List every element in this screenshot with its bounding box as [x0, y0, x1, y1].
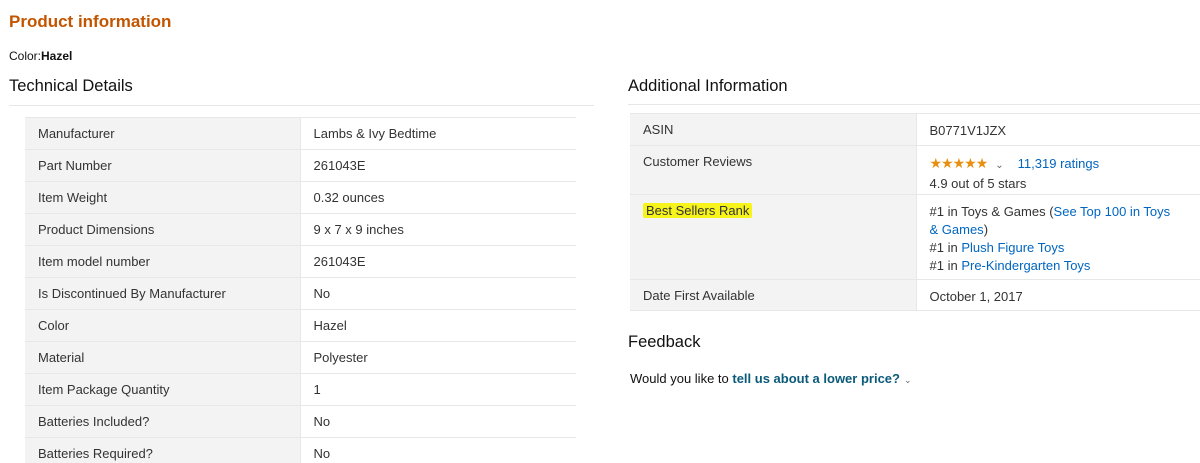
additional-information-divider	[628, 104, 1200, 105]
technical-details-divider	[9, 105, 594, 106]
rank-suffix: )	[983, 222, 989, 237]
date-first-available-key: Date First Available	[630, 279, 917, 311]
spec-value: 9 x 7 x 9 inches	[300, 213, 576, 246]
table-row: Batteries Required? No	[25, 437, 576, 463]
table-row: Part Number 261043E	[25, 149, 576, 182]
spec-key: Manufacturer	[25, 117, 301, 150]
star-rating-icon[interactable]: ★★★★★	[930, 155, 989, 171]
table-row: Manufacturer Lambs & Ivy Bedtime	[25, 117, 576, 150]
chevron-down-icon[interactable]: ⌄	[904, 375, 912, 385]
spec-value: No	[300, 405, 576, 438]
page-title: Product information	[9, 12, 172, 31]
spec-value: No	[300, 437, 576, 463]
table-row: Customer Reviews ★★★★★ ⌄ 11,319 ratings 4.…	[630, 145, 1200, 195]
spec-value: Lambs & Ivy Bedtime	[300, 117, 576, 150]
feedback-prompt: Would you like to tell us about a lower …	[630, 371, 912, 386]
rank-category-link[interactable]: Plush Figure Toys	[961, 240, 1064, 255]
stars-text: 4.9 out of 5 stars	[929, 176, 1027, 191]
spec-value: Hazel	[300, 309, 576, 342]
rank-prefix: #1 in Toys & Games (	[929, 204, 1054, 219]
spec-value: Polyester	[300, 341, 576, 374]
spec-value: 261043E	[300, 245, 576, 278]
rank-category-link[interactable]: Pre-Kindergarten Toys	[961, 258, 1090, 273]
lower-price-link[interactable]: tell us about a lower price?	[732, 371, 900, 386]
date-first-available-value: October 1, 2017	[916, 279, 1200, 311]
table-row: Item Package Quantity 1	[25, 373, 576, 406]
spec-key: Batteries Included?	[25, 405, 301, 438]
spec-key: Item model number	[25, 245, 301, 278]
best-sellers-rank-key: Best Sellers Rank	[630, 194, 917, 280]
rank-prefix: #1 in	[929, 240, 962, 255]
spec-key: Item Package Quantity	[25, 373, 301, 406]
spec-value: 0.32 ounces	[300, 181, 576, 214]
best-sellers-rank-value: #1 in Toys & Games (See Top 100 in Toys …	[916, 194, 1200, 280]
customer-reviews-value: ★★★★★ ⌄ 11,319 ratings 4.9 out of 5 stars	[916, 145, 1200, 195]
table-row: Product Dimensions 9 x 7 x 9 inches	[25, 213, 576, 246]
color-value: Hazel	[41, 49, 73, 63]
technical-details-heading: Technical Details	[9, 77, 133, 95]
color-label: Color:	[9, 49, 42, 63]
feedback-heading: Feedback	[628, 333, 701, 351]
spec-key: Product Dimensions	[25, 213, 301, 246]
table-row: Item Weight 0.32 ounces	[25, 181, 576, 214]
spec-key: Is Discontinued By Manufacturer	[25, 277, 301, 310]
spec-key: Batteries Required?	[25, 437, 301, 463]
asin-value: B0771V1JZX	[916, 113, 1200, 146]
spec-value: 261043E	[300, 149, 576, 182]
rank-line: #1 in Toys & Games (See Top 100 in Toys …	[930, 203, 1183, 239]
table-row: ASIN B0771V1JZX	[630, 113, 1200, 146]
additional-information-table: ASIN B0771V1JZX Customer Reviews ★★★★★ ⌄ 1…	[630, 113, 1200, 311]
table-row: Is Discontinued By Manufacturer No	[25, 277, 576, 310]
table-row: Best Sellers Rank #1 in Toys & Games (Se…	[630, 194, 1200, 280]
rank-line: #1 in Pre-Kindergarten Toys	[930, 257, 1183, 275]
highlighted-label: Best Sellers Rank	[643, 203, 753, 218]
spec-key: Part Number	[25, 149, 301, 182]
additional-information-heading: Additional Information	[628, 77, 788, 95]
rank-prefix: #1 in	[929, 258, 962, 273]
spec-value: No	[300, 277, 576, 310]
customer-reviews-key: Customer Reviews	[630, 145, 917, 195]
table-row: Date First Available October 1, 2017	[630, 279, 1200, 311]
spec-key: Material	[25, 341, 301, 374]
chevron-down-icon[interactable]: ⌄	[995, 160, 1003, 171]
color-selection: Color:Hazel	[9, 49, 72, 63]
spec-value: 1	[300, 373, 576, 406]
table-row: Color Hazel	[25, 309, 576, 342]
spec-key: Color	[25, 309, 301, 342]
spec-key: Item Weight	[25, 181, 301, 214]
table-row: Item model number 261043E	[25, 245, 576, 278]
technical-details-table: Manufacturer Lambs & Ivy Bedtime Part Numb…	[25, 117, 576, 463]
table-row: Batteries Included? No	[25, 405, 576, 438]
ratings-link[interactable]: 11,319 ratings	[1018, 156, 1099, 171]
rank-line: #1 in Plush Figure Toys	[930, 239, 1183, 257]
asin-key: ASIN	[630, 113, 917, 146]
feedback-question: Would you like to	[630, 371, 733, 386]
table-row: Material Polyester	[25, 341, 576, 374]
